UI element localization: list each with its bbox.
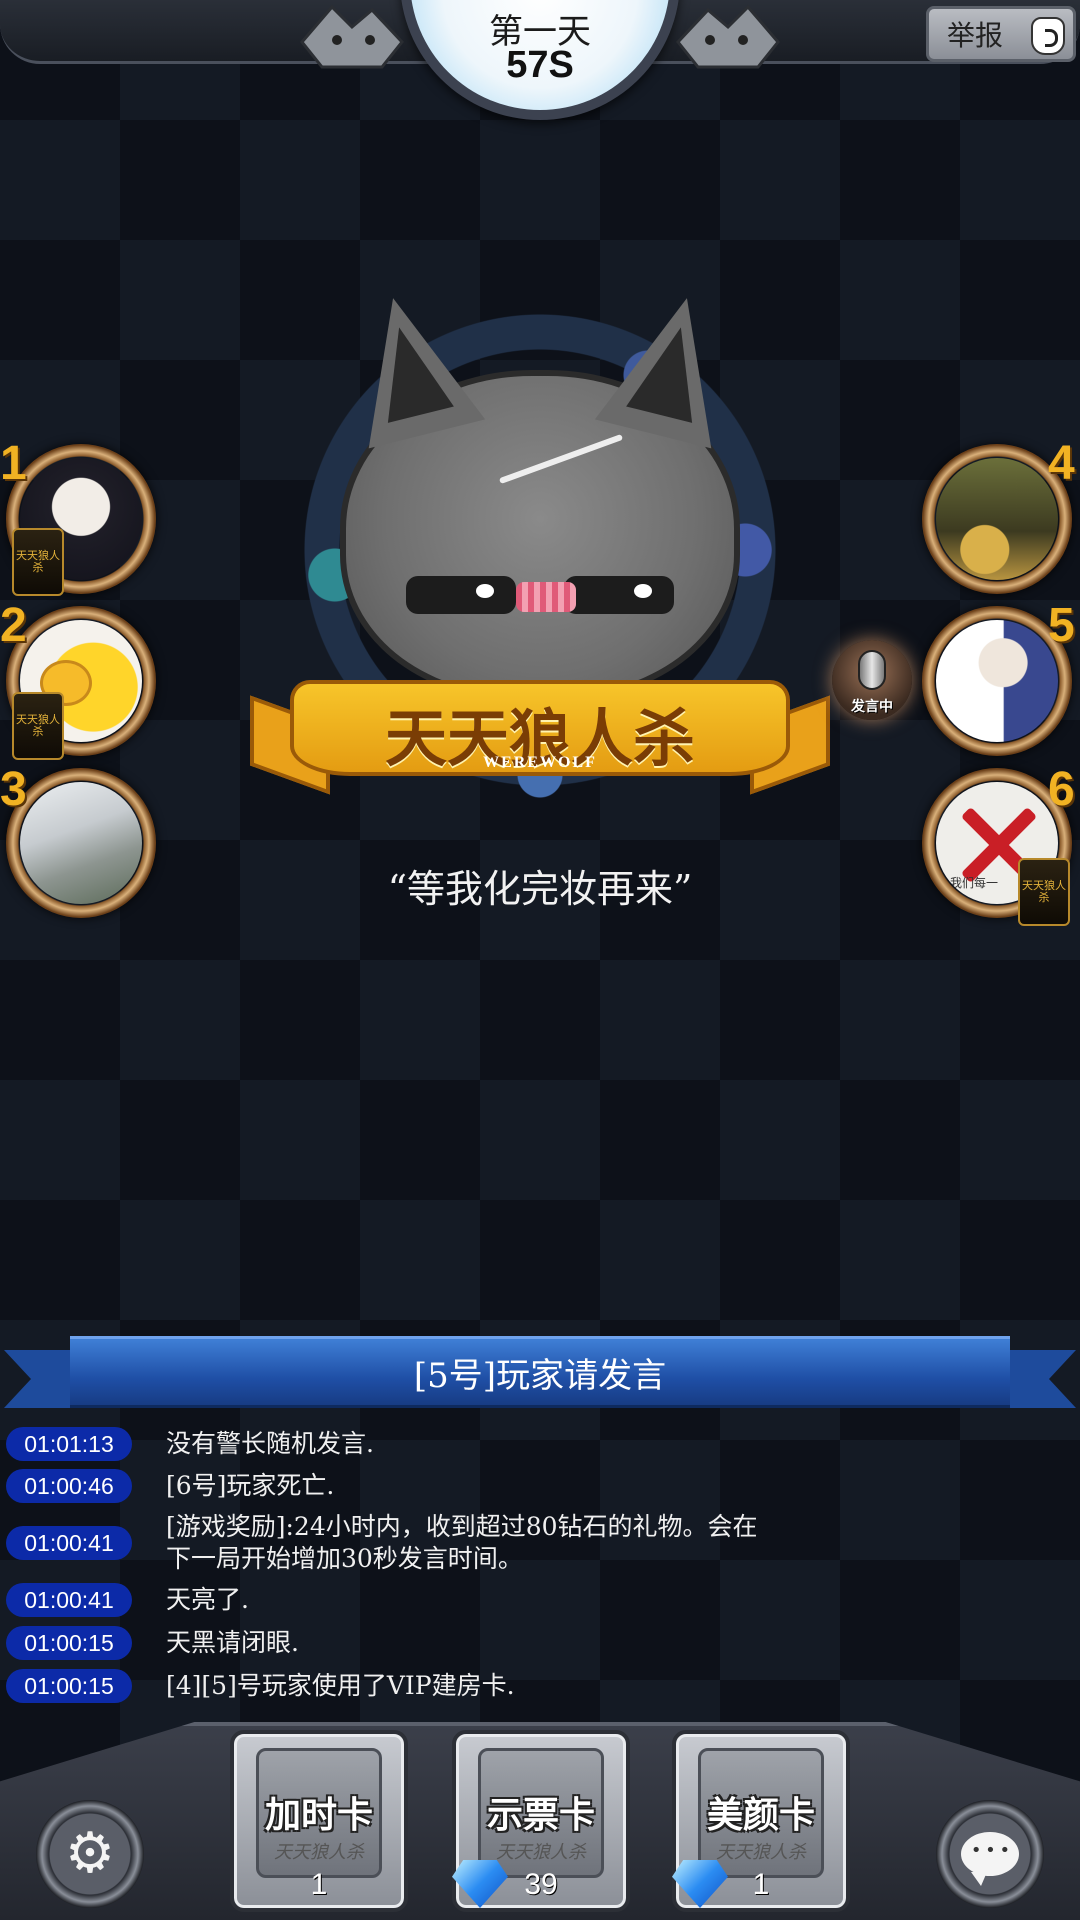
announcement-text: [5号]玩家请发言: [413, 1356, 667, 1396]
show-vote-card-button[interactable]: 示票卡 天天狼人杀 39: [452, 1730, 630, 1912]
log-message: [游戏奖励]:24小时内，收到超过80钻石的礼物。会在 下一局开始增加30秒发言…: [166, 1512, 758, 1573]
card-title: 示票卡: [486, 1794, 595, 1836]
announcement-banner: [5号]玩家请发言: [0, 1336, 1080, 1412]
seat-number: 6: [1048, 763, 1075, 816]
log-row: 01:00:15 [4][5]号玩家使用了VIP建房卡.: [6, 1664, 1066, 1708]
report-label: 举报: [947, 19, 1004, 52]
avatar: [936, 620, 1058, 742]
log-message: [4][5]号玩家使用了VIP建房卡.: [166, 1671, 515, 1700]
game-log: 01:01:13 没有警长随机发言. 01:00:46 [6号]玩家死亡. 01…: [6, 1424, 1066, 1708]
avatar-caption: 我们每一: [950, 876, 999, 890]
player-quote: “等我化完妆再来”: [387, 867, 693, 911]
report-button[interactable]: 举报: [926, 6, 1076, 62]
log-timestamp: 01:00:46: [6, 1469, 132, 1503]
extra-time-card-button[interactable]: 加时卡 天天狼人杀 1: [230, 1730, 408, 1912]
wolf-blush: [516, 582, 576, 612]
log-timestamp: 01:00:15: [6, 1626, 132, 1660]
wolf-glasses-left: [406, 576, 516, 614]
speaking-label: 发言中: [851, 699, 893, 715]
seat-number: 4: [1048, 437, 1075, 490]
log-row: 01:00:15 天黑请闭眼.: [6, 1622, 1066, 1664]
seat-number: 1: [0, 437, 27, 490]
log-message: 天黑请闭眼.: [166, 1628, 299, 1657]
game-emblem: 天天狼人杀 WEREWOLF: [250, 283, 830, 820]
wolf-mascot: [334, 283, 746, 700]
card-title: 美颜卡: [706, 1794, 815, 1836]
chat-button[interactable]: [936, 1800, 1044, 1908]
log-row: 01:01:13 没有警长随机发言.: [6, 1424, 1066, 1464]
card-count: 1: [752, 1868, 770, 1901]
log-timestamp: 01:00:41: [6, 1526, 132, 1560]
avatar: [936, 458, 1058, 580]
seat-number: 3: [0, 763, 27, 816]
log-message: 没有警长随机发言.: [166, 1429, 374, 1458]
wolf-glasses-right: [564, 576, 674, 614]
card-count: 39: [524, 1868, 558, 1901]
chat-bubble-icon: [961, 1832, 1019, 1886]
countdown-timer: 57S: [506, 44, 574, 86]
wolf-scar: [498, 433, 624, 485]
game-logo-subtitle: WEREWOLF: [483, 754, 597, 771]
seat-number: 2: [0, 599, 27, 652]
log-timestamp: 01:01:13: [6, 1427, 132, 1461]
log-row: 01:00:41 [游戏奖励]:24小时内，收到超过80钻石的礼物。会在 下一局…: [6, 1508, 1066, 1578]
card-subtitle: 天天狼人杀: [274, 1842, 364, 1863]
vip-card-badge: 天天狼人杀: [1018, 858, 1070, 926]
speaking-indicator: 发言中: [832, 640, 912, 720]
wolf-head-ornament-right: [676, 4, 780, 69]
log-message: [6号]玩家死亡.: [166, 1471, 335, 1500]
seat-number: 5: [1048, 599, 1075, 652]
log-timestamp: 01:00:15: [6, 1669, 132, 1703]
settings-button[interactable]: ⚙: [36, 1800, 144, 1908]
logo-ribbon: 天天狼人杀 WEREWOLF: [250, 680, 830, 795]
log-row: 01:00:41 天亮了.: [6, 1578, 1066, 1622]
microphone-icon: [858, 650, 886, 690]
hand-icon: [1031, 17, 1065, 55]
log-message: 天亮了.: [166, 1585, 249, 1614]
log-row: 01:00:46 [6号]玩家死亡.: [6, 1464, 1066, 1508]
vip-card-badge: 天天狼人杀: [12, 528, 64, 596]
vip-card-badge: 天天狼人杀: [12, 692, 64, 760]
gear-icon: ⚙: [64, 1821, 116, 1886]
player-seat-3[interactable]: [6, 768, 156, 918]
card-title: 加时卡: [264, 1794, 373, 1836]
wolf-head-ornament-left: [300, 4, 404, 69]
beauty-card-button[interactable]: 美颜卡 天天狼人杀 1: [672, 1730, 850, 1912]
avatar: [20, 782, 142, 904]
card-count: 1: [310, 1868, 328, 1901]
log-timestamp: 01:00:41: [6, 1583, 132, 1617]
